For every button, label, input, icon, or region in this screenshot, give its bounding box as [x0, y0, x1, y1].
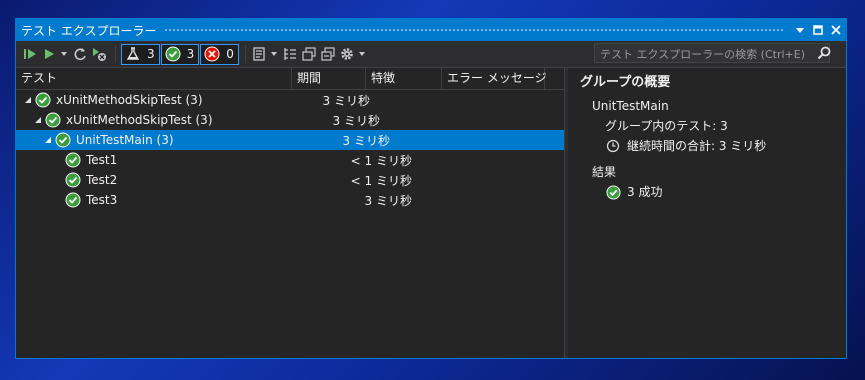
expanded-arrow-icon[interactable] — [23, 95, 33, 105]
passed-icon — [606, 184, 621, 200]
run-dropdown-icon[interactable] — [60, 46, 68, 62]
clock-icon — [606, 139, 620, 153]
column-duration[interactable]: 期間 — [292, 68, 366, 89]
summary-panel: グループの概要 UnitTestMain グループ内のテスト: 3 継続時間の合… — [568, 68, 846, 358]
x-circle-icon — [204, 46, 220, 62]
passed-tests-filter[interactable]: 3 — [160, 43, 200, 65]
window-position-dropdown-icon[interactable] — [792, 22, 808, 38]
tree-row-duration: < 1 ミリ秒 — [350, 153, 412, 168]
title-bar[interactable]: テスト エクスプローラー — [16, 19, 846, 41]
summary-passed-line[interactable]: 3 成功 — [568, 182, 846, 202]
summary-results-heading: 結果 — [592, 165, 617, 179]
close-icon[interactable] — [828, 22, 844, 38]
tree-row-label: UnitTestMain (3) — [76, 133, 174, 147]
tree-row[interactable]: Test3 3 ミリ秒 — [16, 190, 564, 210]
summary-title: グループの概要 — [580, 75, 671, 90]
tree-row-label: xUnitMethodSkipTest (3) — [56, 93, 203, 107]
search-icon[interactable] — [816, 45, 832, 61]
window-title: テスト エクスプローラー — [21, 23, 157, 38]
passed-icon — [65, 152, 81, 168]
gear-icon[interactable] — [339, 46, 355, 62]
tree-row-duration: 3 ミリ秒 — [342, 133, 390, 148]
total-count: 3 — [147, 47, 155, 61]
tree-row[interactable]: xUnitMethodSkipTest (3) 3 ミリ秒 — [16, 110, 564, 130]
settings-dropdown-icon[interactable] — [358, 46, 366, 62]
title-grip — [164, 27, 784, 33]
failed-count: 0 — [226, 47, 234, 61]
group-by-icon[interactable] — [282, 46, 298, 62]
search-input[interactable]: テスト エクスプローラーの検索 (Ctrl+E) — [594, 43, 830, 63]
column-traits[interactable]: 特徴 — [366, 68, 442, 89]
playlist-dropdown-icon[interactable] — [270, 46, 278, 62]
passed-icon — [35, 92, 51, 108]
run-all-icon[interactable] — [22, 46, 38, 62]
refresh-run-icon[interactable] — [72, 46, 88, 62]
passed-count: 3 — [186, 47, 195, 61]
tree-row-duration: < 1 ミリ秒 — [350, 173, 412, 188]
column-test[interactable]: テスト — [16, 68, 292, 89]
total-tests-filter[interactable]: 3 — [121, 43, 160, 65]
summary-tests-in-group: グループ内のテスト: 3 — [605, 119, 728, 133]
expand-all-icon[interactable] — [301, 46, 317, 62]
tree-row-label: Test3 — [86, 193, 118, 207]
tree-row-duration: 3 ミリ秒 — [332, 113, 380, 128]
toolbar-separator — [115, 45, 116, 63]
summary-duration-line: 継続時間の合計: 3 ミリ秒 — [568, 136, 846, 156]
expanded-arrow-icon[interactable] — [43, 135, 53, 145]
summary-passed-count: 3 成功 — [627, 185, 663, 199]
summary-total-duration: 継続時間の合計: 3 ミリ秒 — [627, 139, 767, 153]
passed-icon — [55, 132, 71, 148]
cancel-run-icon[interactable] — [91, 46, 107, 62]
column-error-message[interactable]: エラー メッセージ — [442, 68, 547, 89]
tree-row-label: Test1 — [86, 153, 118, 167]
flask-icon — [126, 47, 140, 60]
test-explorer-window: テスト エクスプローラー 3 3 0 テスト エクスプローラーの検索 (Ctrl… — [15, 18, 847, 359]
tree-row-duration: 3 ミリ秒 — [322, 93, 370, 108]
tree-row-label: xUnitMethodSkipTest (3) — [66, 113, 213, 127]
check-circle-icon — [165, 46, 181, 62]
tree-row-selected[interactable]: UnitTestMain (3) 3 ミリ秒 — [16, 130, 564, 150]
column-header: テスト 期間 特徴 エラー メッセージ — [16, 68, 564, 90]
run-icon[interactable] — [41, 46, 57, 62]
playlist-icon[interactable] — [251, 46, 267, 62]
tree-row-duration: 3 ミリ秒 — [364, 193, 412, 208]
maximize-icon[interactable] — [810, 22, 826, 38]
passed-icon — [65, 172, 81, 188]
expanded-arrow-icon[interactable] — [33, 115, 43, 125]
failed-tests-filter[interactable]: 0 — [200, 43, 239, 65]
tree-row-label: Test2 — [86, 173, 118, 187]
summary-group-name: UnitTestMain — [592, 99, 669, 113]
collapse-all-icon[interactable] — [320, 46, 336, 62]
passed-icon — [65, 192, 81, 208]
toolbar-separator — [244, 45, 246, 63]
passed-icon — [45, 112, 61, 128]
test-list-panel: テスト 期間 特徴 エラー メッセージ xUnitMethodSkipTest … — [16, 68, 564, 358]
tree-row[interactable]: xUnitMethodSkipTest (3) 3 ミリ秒 — [16, 90, 564, 110]
tree-row[interactable]: Test2 < 1 ミリ秒 — [16, 170, 564, 190]
tree-row[interactable]: Test1 < 1 ミリ秒 — [16, 150, 564, 170]
